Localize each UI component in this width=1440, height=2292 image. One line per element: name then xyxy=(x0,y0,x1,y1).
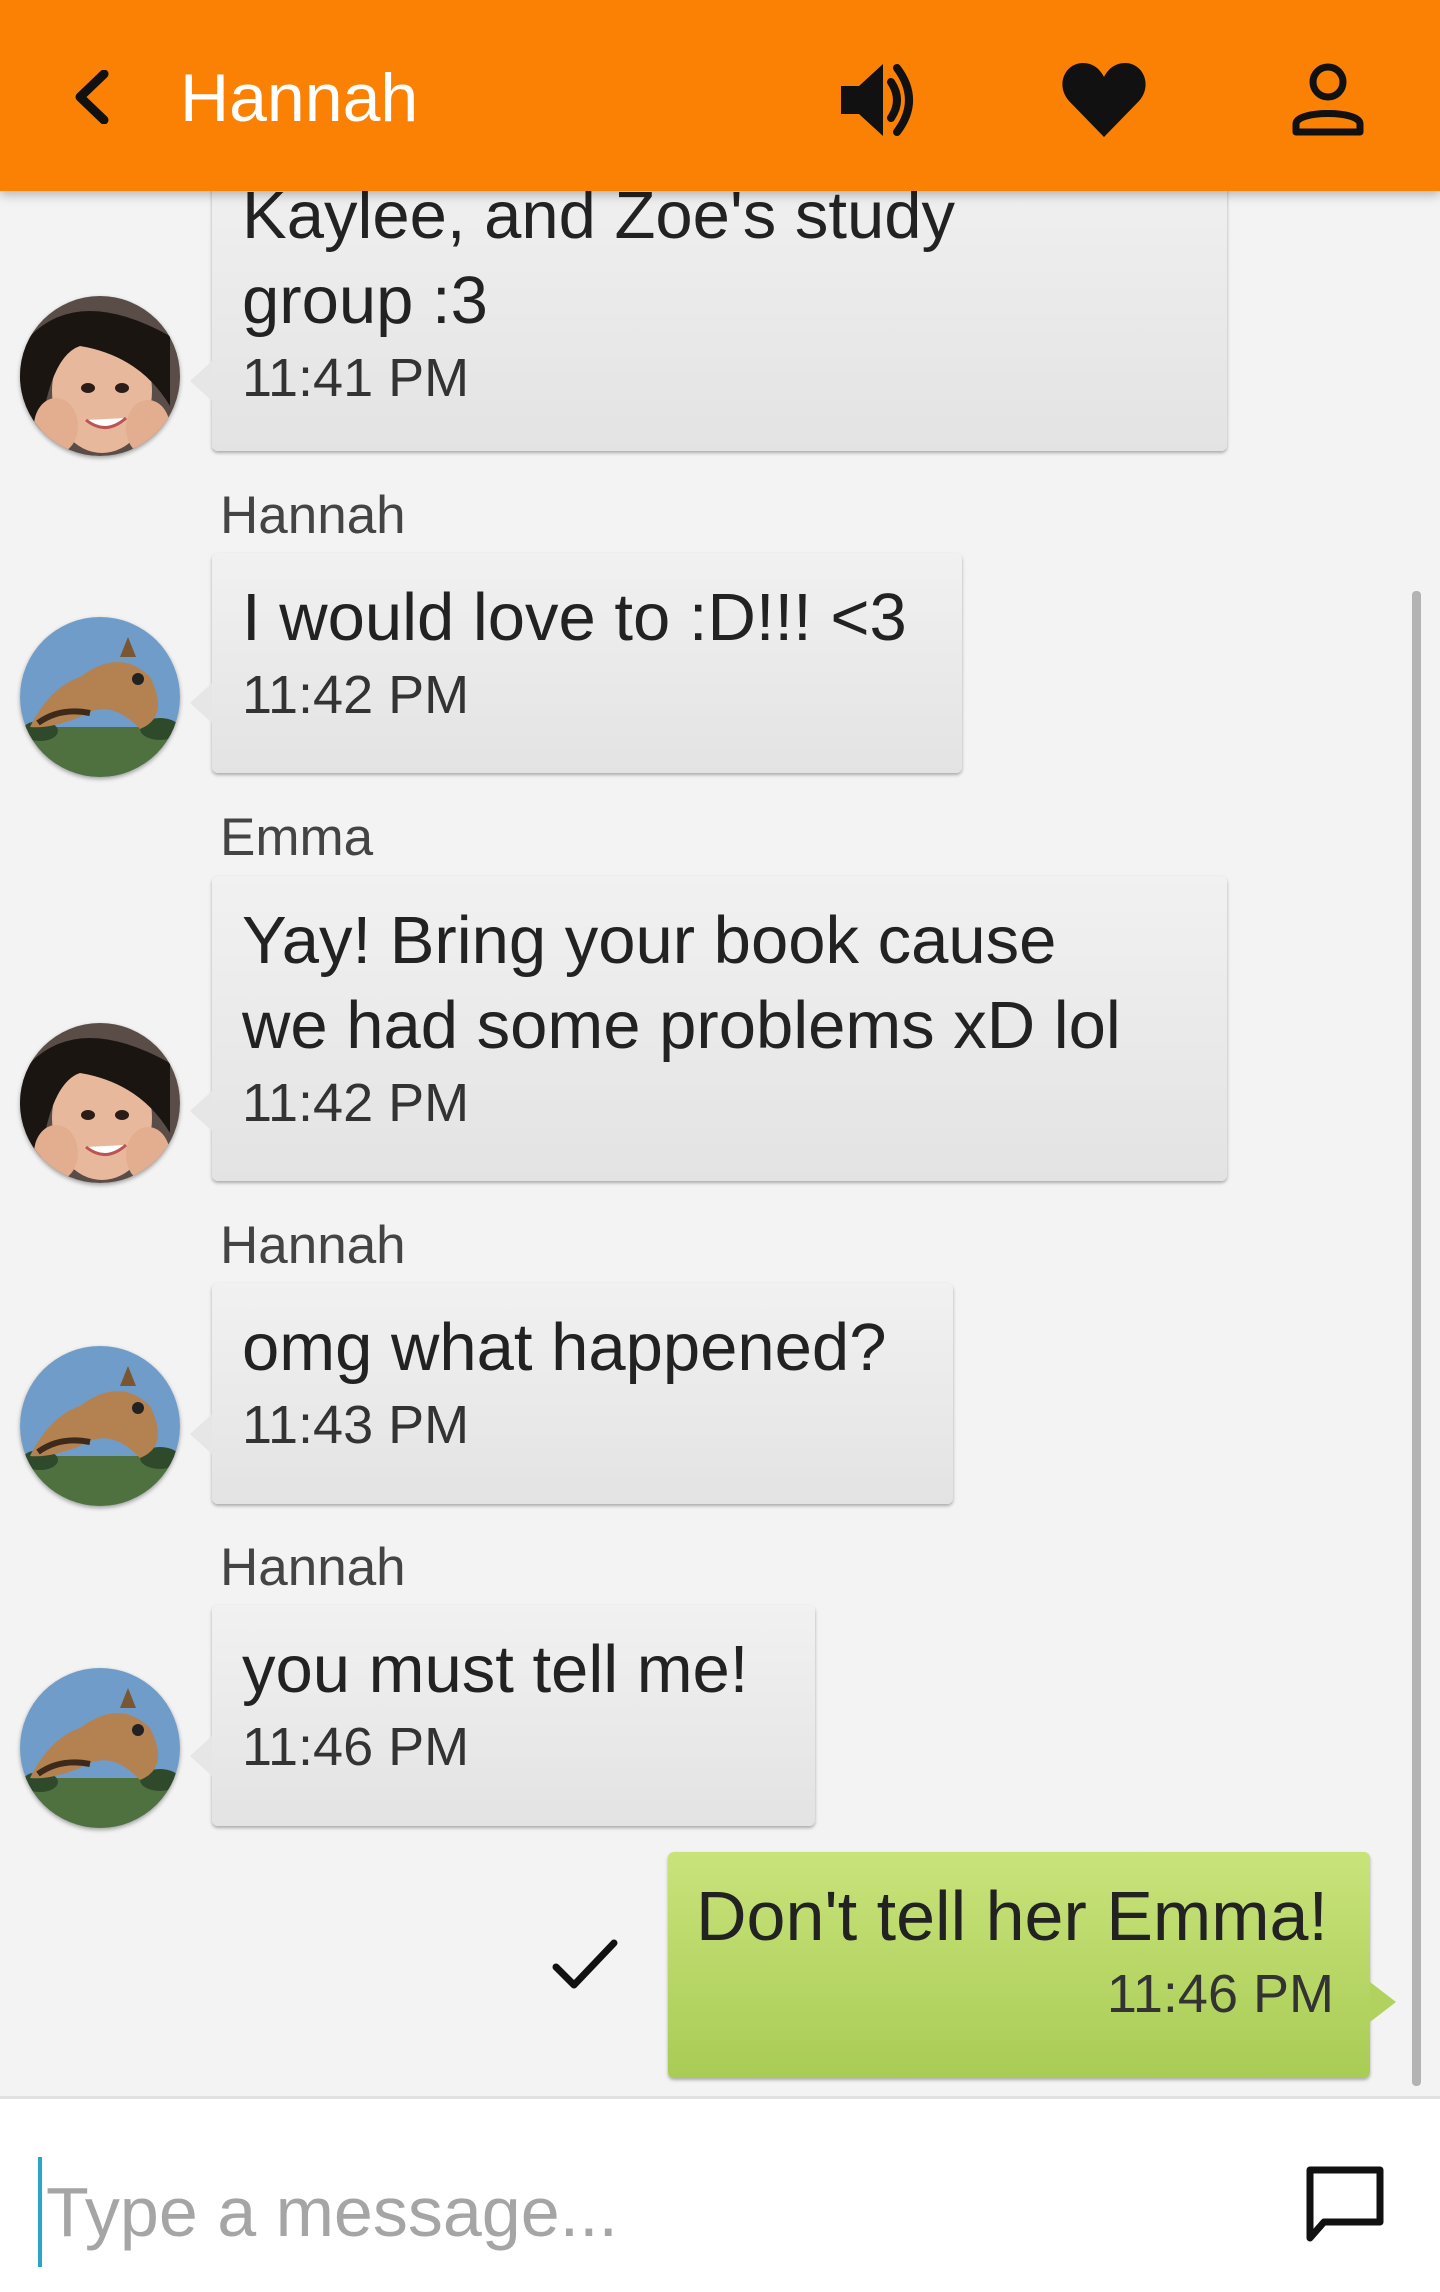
message-time: 11:42 PM xyxy=(242,1073,470,1133)
person-icon xyxy=(1292,63,1364,136)
message-bubble[interactable]: Yay! Bring your book cause we had some p… xyxy=(190,876,1227,1181)
message-list[interactable]: Kaylee, and Zoe's study group :3 11:41 P… xyxy=(0,191,1440,2096)
sound-button[interactable] xyxy=(830,50,930,150)
sender-name: Hannah xyxy=(220,1538,406,1597)
back-button[interactable] xyxy=(58,62,122,132)
message-bubble[interactable]: I would love to :D!!! <3 11:42 PM xyxy=(190,553,962,773)
app-header: Hannah xyxy=(0,0,1440,191)
message-text: Don't tell her Emma! xyxy=(696,1877,1328,1955)
conversation-title: Hannah xyxy=(180,60,419,136)
message-bubble[interactable]: you must tell me! 11:46 PM xyxy=(190,1605,815,1826)
hannah-avatar[interactable] xyxy=(20,1346,180,1506)
checkmark-icon xyxy=(552,1939,618,1989)
message-time: 11:46 PM xyxy=(242,1717,470,1777)
sender-name: Hannah xyxy=(220,1216,406,1275)
message-text: group :3 xyxy=(242,263,488,338)
message-time: 11:46 PM xyxy=(1106,1964,1334,2024)
emma-avatar[interactable] xyxy=(20,1023,180,1183)
hannah-avatar[interactable] xyxy=(20,617,180,777)
chevron-left-icon xyxy=(75,70,109,124)
message-time: 11:43 PM xyxy=(242,1395,470,1455)
message-time: 11:41 PM xyxy=(242,348,470,408)
favorite-button[interactable] xyxy=(1054,50,1154,150)
message-text: we had some problems xD lol xyxy=(242,988,1121,1063)
message-text: omg what happened? xyxy=(242,1310,887,1385)
message-text: Kaylee, and Zoe's study xyxy=(242,191,955,253)
profile-button[interactable] xyxy=(1278,50,1378,150)
emma-avatar[interactable] xyxy=(20,296,180,456)
message-bubble[interactable]: Kaylee, and Zoe's study group :3 11:41 P… xyxy=(190,191,1227,451)
message-text: I would love to :D!!! <3 xyxy=(242,580,907,655)
sender-name: Hannah xyxy=(220,486,406,545)
message-input[interactable] xyxy=(38,2157,1246,2267)
chat-bubble-icon xyxy=(1306,2166,1384,2242)
volume-icon xyxy=(841,64,913,136)
sender-name: Emma xyxy=(220,808,374,867)
send-button[interactable] xyxy=(1295,2155,1395,2255)
message-text: Yay! Bring your book cause xyxy=(242,903,1057,978)
message-time: 11:42 PM xyxy=(242,665,470,725)
scrollbar[interactable] xyxy=(1412,591,1421,2086)
message-composer xyxy=(0,2096,1440,2292)
heart-icon xyxy=(1062,63,1146,137)
message-bubble[interactable]: omg what happened? 11:43 PM xyxy=(190,1283,953,1504)
hannah-avatar[interactable] xyxy=(20,1668,180,1828)
message-text: you must tell me! xyxy=(242,1632,749,1707)
outgoing-message-bubble[interactable]: Don't tell her Emma! 11:46 PM xyxy=(668,1852,1396,2078)
